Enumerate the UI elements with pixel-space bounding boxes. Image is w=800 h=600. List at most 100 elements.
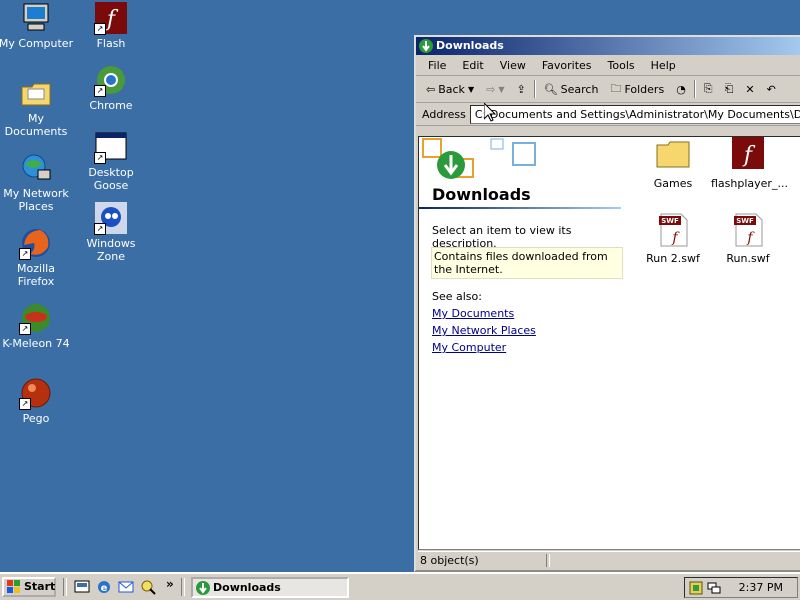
- search-button[interactable]: 🔍︎ Search: [540, 82, 603, 97]
- undo-icon: ↶: [766, 82, 776, 96]
- search-icon[interactable]: [140, 579, 156, 595]
- menu-favorites[interactable]: Favorites: [534, 59, 600, 72]
- desktop-icon-label: Pego: [22, 412, 50, 425]
- shortcut-arrow-icon: ↗: [19, 248, 31, 260]
- taskbar-button-downloads[interactable]: Downloads: [191, 577, 349, 598]
- move-to-icon: ⎘: [703, 82, 713, 95]
- desktop-icon-my-network-places[interactable]: My Network Places: [0, 152, 74, 213]
- desktop-icon-pego[interactable]: ↗ Pego: [0, 377, 74, 425]
- status-separator: [546, 554, 550, 567]
- downloads-banner-icon: [422, 138, 536, 179]
- back-button[interactable]: ⇦ Back ▼: [422, 82, 478, 97]
- link-my-computer[interactable]: My Computer: [432, 341, 506, 354]
- menu-edit[interactable]: Edit: [454, 59, 491, 72]
- desktop-icon-k-meleon[interactable]: ↗ K-Meleon 74: [0, 302, 74, 350]
- menu-file[interactable]: File: [420, 59, 454, 72]
- desktop-icon-label: K-Meleon 74: [2, 337, 70, 350]
- desktop-icon-my-documents[interactable]: My Documents: [0, 77, 74, 138]
- desktop-icon-flash[interactable]: f ↗ Flash: [73, 2, 149, 50]
- taskbar: Start e » Downloads 2:37 PM: [0, 572, 800, 600]
- copy-to-icon: ⎗: [724, 82, 734, 95]
- desktop-icon-windows-zone[interactable]: ↗ Windows Zone: [73, 202, 149, 263]
- move-to-button[interactable]: ⎘: [700, 81, 717, 97]
- svg-text:SWF: SWF: [661, 217, 679, 225]
- explorer-window[interactable]: Downloads File Edit View Favorites Tools…: [414, 35, 800, 572]
- web-view-pane: Downloads Select an item to view its des…: [419, 137, 623, 549]
- chrome-icon: ↗: [94, 64, 127, 97]
- tray-status-icon[interactable]: [689, 581, 703, 595]
- toolbar-separator: [693, 80, 696, 98]
- file-item-games[interactable]: Games: [636, 137, 710, 190]
- outlook-express-icon[interactable]: [118, 579, 134, 595]
- task-label: Downloads: [213, 581, 281, 594]
- address-input[interactable]: C:\Documents and Settings\Administrator\…: [469, 104, 800, 124]
- start-button[interactable]: Start: [2, 577, 56, 597]
- svg-text:e: e: [101, 583, 108, 594]
- system-tray: 2:37 PM: [684, 577, 798, 598]
- toolbar-separator: [533, 80, 536, 98]
- desktop-icon-label: Flash: [96, 37, 126, 50]
- copy-to-button[interactable]: ⎗: [721, 81, 738, 97]
- clock[interactable]: 2:37 PM: [739, 578, 783, 597]
- back-arrow-icon: ⇦: [426, 82, 436, 96]
- search-label: Search: [560, 82, 599, 96]
- computer-icon: [20, 2, 52, 34]
- forward-arrow-icon: ⇨: [486, 82, 496, 96]
- undo-button[interactable]: ↶: [763, 82, 780, 97]
- internet-explorer-icon[interactable]: e: [96, 579, 112, 595]
- shortcut-arrow-icon: ↗: [94, 23, 106, 35]
- address-label: Address: [422, 107, 466, 121]
- quicklaunch-overflow-icon[interactable]: »: [166, 577, 174, 591]
- see-also-label: See also:: [432, 290, 482, 303]
- network-places-icon: [20, 152, 52, 184]
- menu-help[interactable]: Help: [643, 59, 684, 72]
- folder-icon: [655, 137, 691, 173]
- desktop-icon-label: Mozilla Firefox: [17, 262, 55, 288]
- desktop-icon-desktop-goose[interactable]: ↗ Desktop Goose: [73, 131, 149, 192]
- flash-icon: f: [730, 137, 766, 173]
- shortcut-arrow-icon: ↗: [19, 323, 31, 335]
- menu-view[interactable]: View: [492, 59, 534, 72]
- window-title: Downloads: [436, 39, 504, 52]
- shortcut-arrow-icon: ↗: [94, 223, 106, 235]
- desktop-icon-label: My Computer: [0, 37, 74, 50]
- network-tray-icon[interactable]: [707, 581, 721, 595]
- desktop-icon-label: Chrome: [89, 99, 133, 112]
- file-item-flashplayer[interactable]: f flashplayer_...: [711, 137, 788, 190]
- show-desktop-icon[interactable]: [74, 579, 90, 595]
- windows-logo-icon: [7, 580, 20, 593]
- forward-button[interactable]: ⇨ ▼: [482, 82, 508, 97]
- k-meleon-icon: ↗: [19, 302, 52, 335]
- file-item-run-swf[interactable]: SWF f Run.swf: [711, 212, 785, 265]
- folder-content-area[interactable]: Downloads Select an item to view its des…: [418, 136, 800, 550]
- up-folder-icon: ⇪: [516, 82, 526, 96]
- file-name: Run 2.swf: [646, 252, 700, 265]
- address-value: C:\Documents and Settings\Administrator\…: [474, 107, 800, 121]
- desktop-icon-my-computer[interactable]: My Computer: [0, 2, 74, 50]
- address-bar: Address C:\Documents and Settings\Admini…: [416, 103, 800, 126]
- desktop-icon-mozilla-firefox[interactable]: ↗ Mozilla Firefox: [0, 227, 74, 288]
- status-text: 8 object(s): [420, 554, 479, 567]
- folders-button[interactable]: 🗀 Folders: [606, 79, 668, 100]
- firefox-icon: ↗: [19, 227, 52, 260]
- desktop-icon-label: My Network Places: [3, 187, 69, 213]
- shortcut-arrow-icon: ↗: [94, 152, 106, 164]
- folders-icon: 🗀: [610, 81, 622, 95]
- pane-info-box: Contains files downloaded from the Inter…: [431, 247, 623, 279]
- quicklaunch-handle: [63, 578, 67, 596]
- up-folder-button[interactable]: ⇪: [512, 82, 529, 97]
- swf-file-icon: SWF f: [655, 212, 691, 248]
- downloads-folder-icon: [196, 581, 210, 595]
- desktop-icon-chrome[interactable]: ↗ Chrome: [73, 64, 149, 112]
- desktop-icon-label: Windows Zone: [86, 237, 136, 263]
- delete-button[interactable]: ✕: [741, 82, 758, 97]
- window-titlebar[interactable]: Downloads: [416, 37, 800, 55]
- history-button[interactable]: ◔: [672, 82, 690, 97]
- window-app-icon: ↗: [94, 131, 127, 164]
- menu-tools[interactable]: Tools: [600, 59, 643, 72]
- file-item-run-2-swf[interactable]: SWF f Run 2.swf: [636, 212, 710, 265]
- status-bar: 8 object(s): [418, 551, 800, 569]
- link-my-documents[interactable]: My Documents: [432, 307, 514, 320]
- folders-label: Folders: [624, 82, 665, 96]
- link-my-network-places[interactable]: My Network Places: [432, 324, 536, 337]
